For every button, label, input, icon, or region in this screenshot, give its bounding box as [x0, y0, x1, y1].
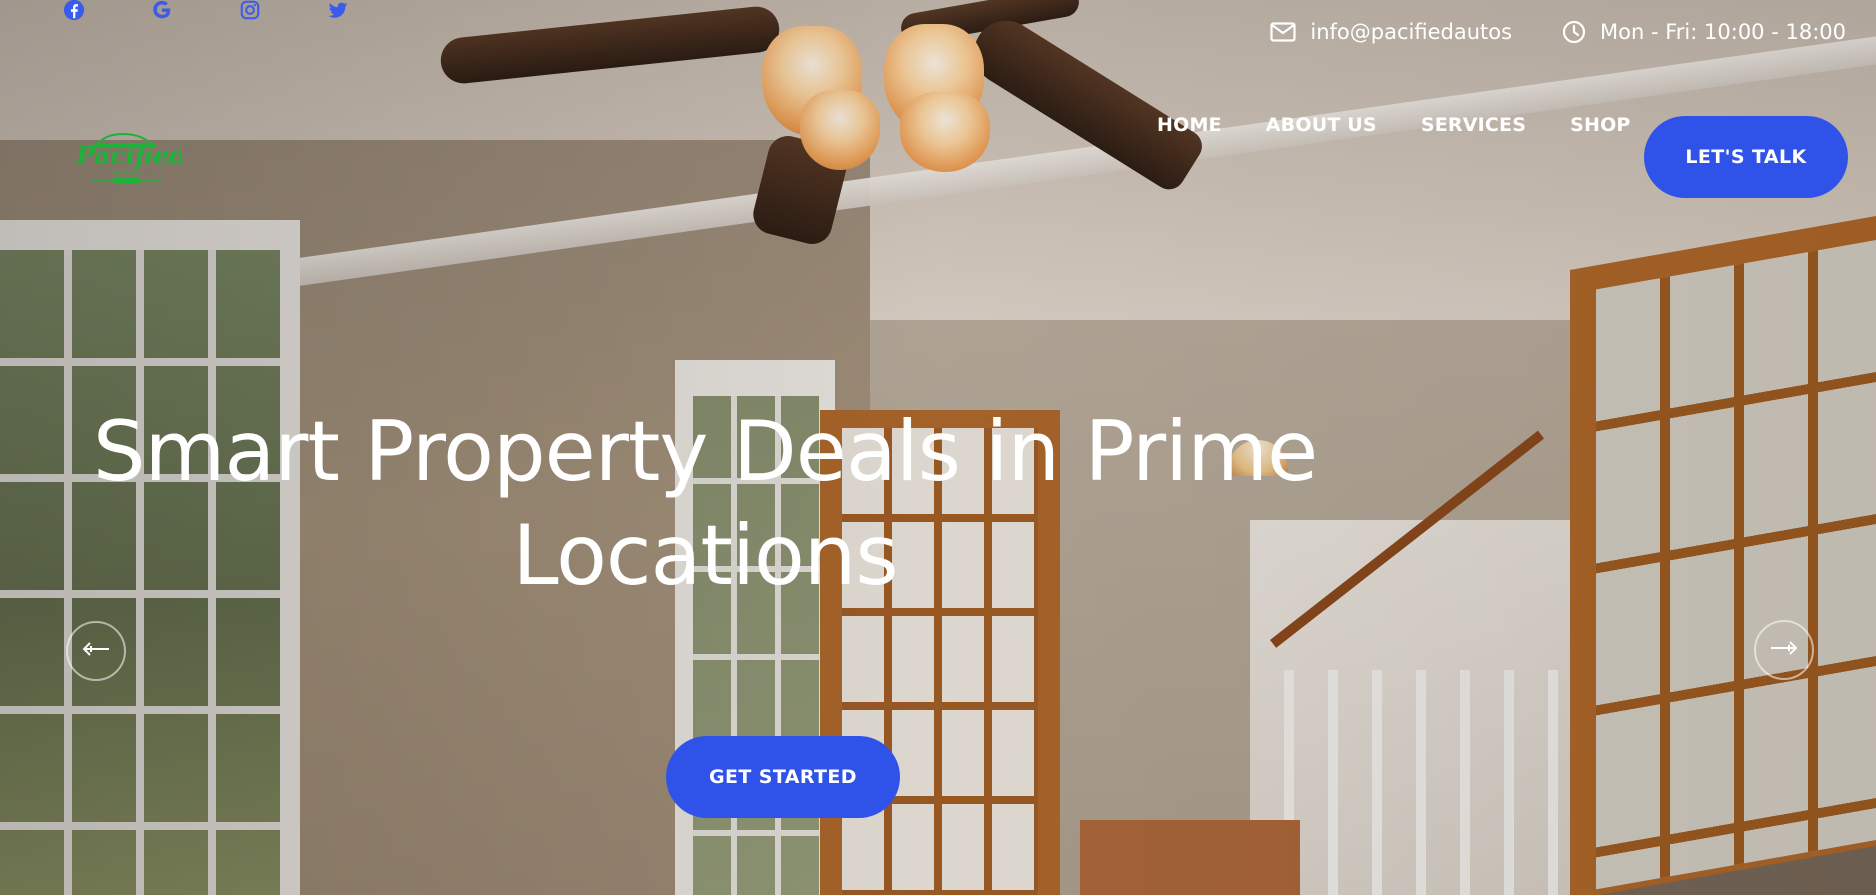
arrow-right-icon	[1769, 640, 1799, 660]
instagram-icon[interactable]	[238, 0, 262, 22]
twitter-icon[interactable]	[326, 0, 350, 22]
logo-text: Pacified	[75, 141, 182, 170]
social-links	[62, 0, 350, 22]
email-contact[interactable]: info@pacifiedautos	[1270, 20, 1512, 44]
google-icon[interactable]	[150, 0, 174, 22]
hero-title: Smart Property Deals in Prime Locations	[92, 403, 1318, 604]
nav-home[interactable]: HOME	[1157, 114, 1222, 136]
nav-about-us[interactable]: ABOUT US	[1266, 114, 1377, 136]
pacified-logo-icon: Pacified	[75, 133, 187, 183]
opening-hours: Mon - Fri: 10:00 - 18:00	[1562, 20, 1846, 44]
hours-text: Mon - Fri: 10:00 - 18:00	[1600, 20, 1846, 44]
nav-shop[interactable]: SHOP	[1570, 114, 1630, 136]
slider-next-button[interactable]	[1754, 620, 1814, 680]
slider-prev-button[interactable]	[66, 621, 126, 681]
envelope-icon	[1270, 22, 1296, 42]
contact-info: info@pacifiedautos Mon - Fri: 10:00 - 18…	[1270, 20, 1846, 44]
site-logo[interactable]: Pacified	[72, 126, 187, 196]
clock-icon	[1562, 20, 1586, 44]
facebook-icon[interactable]	[62, 0, 86, 22]
nav-services[interactable]: SERVICES	[1421, 114, 1526, 136]
email-text: info@pacifiedautos	[1310, 20, 1513, 44]
get-started-button[interactable]: GET STARTED	[666, 736, 900, 818]
arrow-left-icon	[81, 641, 111, 661]
main-nav: HOME ABOUT US SERVICES SHOP	[1157, 114, 1631, 136]
lets-talk-button[interactable]: LET'S TALK	[1644, 116, 1848, 198]
